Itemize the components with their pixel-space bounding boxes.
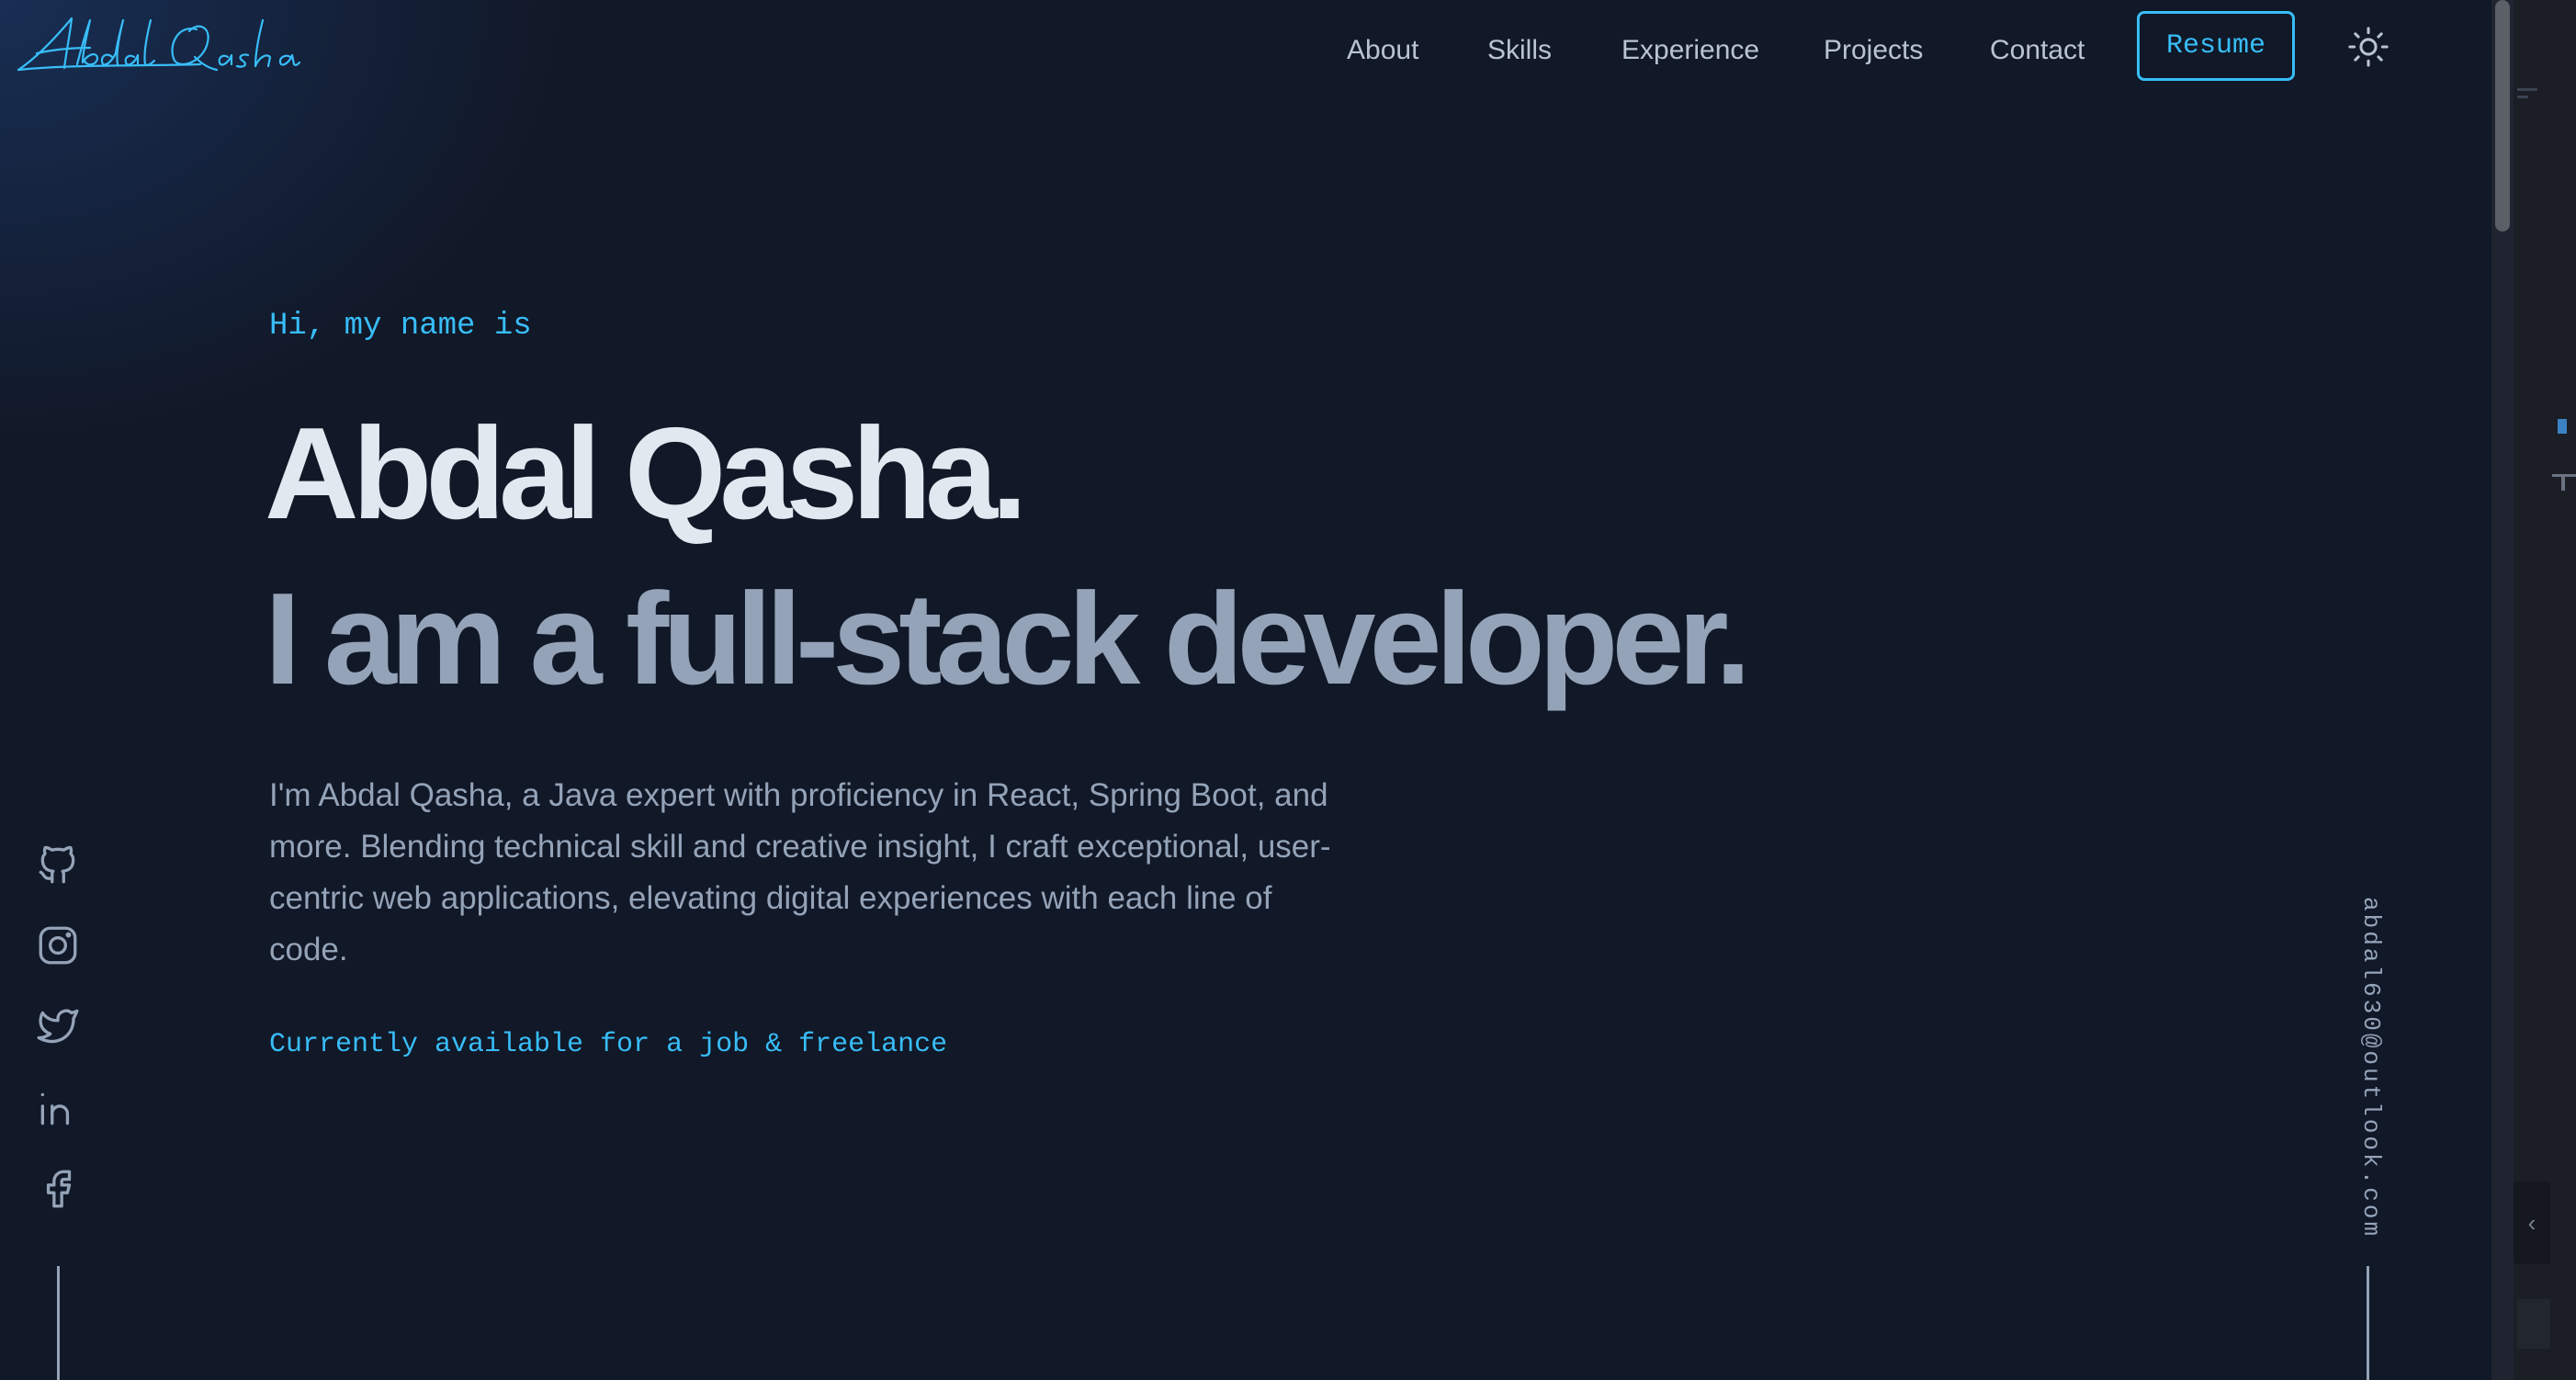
nav-link-skills[interactable]: Skills [1487, 35, 1552, 66]
left-divider-line [57, 1266, 60, 1380]
hero-greeting: Hi, my name is [269, 309, 532, 344]
side-panel [2514, 0, 2576, 1380]
facebook-icon[interactable] [35, 1166, 81, 1212]
scrollbar-thumb[interactable] [2495, 0, 2510, 232]
twitter-icon[interactable] [35, 1003, 81, 1049]
availability-status: Currently available for a job & freelanc… [269, 1029, 948, 1060]
hero-role: I am a full-stack developer. [265, 566, 1751, 712]
nav-link-experience[interactable]: Experience [1621, 35, 1759, 66]
chevron-left-icon[interactable]: ‹ [2514, 1182, 2550, 1264]
email-link[interactable]: abdal630@outlook.com [2348, 897, 2385, 1239]
right-divider-line [2367, 1266, 2369, 1380]
nav-link-contact[interactable]: Contact [1990, 35, 2085, 66]
hero-description: I'm Abdal Qasha, a Java expert with prof… [269, 777, 1331, 967]
instagram-icon[interactable] [35, 922, 81, 968]
portfolio-page: About Skills Experience Projects Contact… [0, 0, 2576, 1380]
github-icon[interactable] [35, 842, 81, 888]
sun-icon[interactable] [2347, 26, 2390, 68]
nav-link-about[interactable]: About [1347, 35, 1418, 66]
nav-link-projects[interactable]: Projects [1824, 35, 1923, 66]
hero-name: Abdal Qasha. [265, 401, 1027, 547]
resume-button[interactable]: Resume [2137, 11, 2295, 81]
linkedin-icon[interactable] [35, 1085, 81, 1131]
main-nav: About Skills Experience Projects Contact… [0, 11, 2576, 83]
